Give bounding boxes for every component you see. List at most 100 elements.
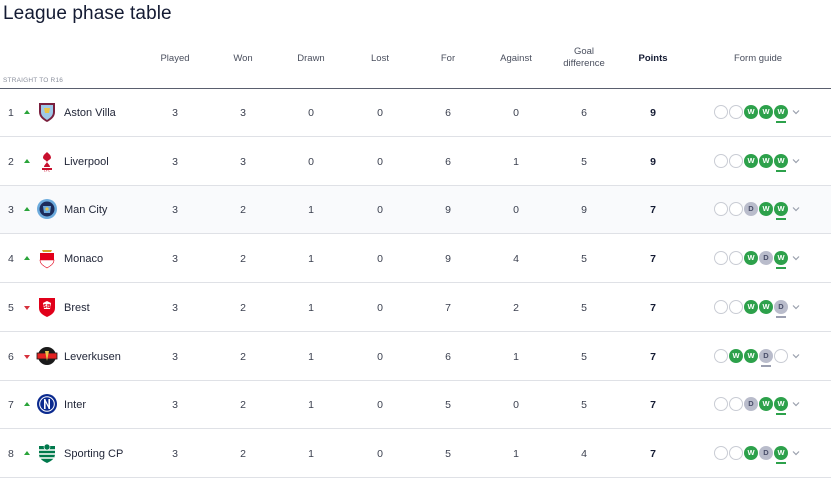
table-row[interactable]: 5 SB Brest 3 2 1 0 7 2 5 7 W W D [0, 284, 831, 332]
form-result[interactable]: D [744, 202, 758, 217]
team-name[interactable]: Sporting CP [64, 430, 123, 478]
header-against[interactable]: Against [487, 53, 545, 65]
form-result[interactable]: W [759, 397, 773, 412]
table-row[interactable]: 8 Sporting CP 3 2 1 0 5 1 4 7 W D W [0, 430, 831, 478]
rank: 8 [8, 447, 14, 460]
table-row[interactable]: 7 Inter 3 2 1 0 5 0 5 7 D W W [0, 381, 831, 430]
chevron-down-icon[interactable] [791, 302, 801, 312]
cell-against: 4 [513, 253, 519, 266]
chevron-down-icon[interactable] [791, 156, 801, 166]
header-lost[interactable]: Lost [355, 53, 405, 65]
cell-gd: 6 [581, 107, 587, 119]
cell-won: 2 [240, 399, 246, 412]
form-result[interactable]: W [744, 153, 758, 168]
form-guide: WDW [714, 251, 804, 270]
form-result[interactable] [714, 202, 728, 217]
table-row[interactable]: 6 Leverkusen 3 2 1 0 6 1 5 7 W W D [0, 333, 831, 381]
form-result[interactable] [714, 445, 728, 460]
form-result[interactable]: W [744, 251, 758, 266]
form-result[interactable]: W [774, 105, 788, 123]
cell-won: 2 [240, 301, 246, 314]
cell-against: 1 [513, 155, 519, 168]
form-result[interactable]: D [759, 445, 773, 460]
team-name[interactable]: Inter [64, 381, 86, 429]
form-result[interactable]: D [774, 299, 788, 318]
form-result[interactable]: W [759, 202, 773, 217]
cell-points: 7 [650, 253, 656, 266]
table-row[interactable]: 3 Man City 3 2 1 0 9 0 9 7 D W W [0, 186, 831, 235]
form-result[interactable]: W [759, 105, 773, 119]
form-result[interactable] [714, 348, 728, 363]
form-result[interactable] [714, 397, 728, 412]
team-name[interactable]: Monaco [64, 235, 103, 283]
cell-points: 9 [650, 155, 656, 168]
form-result[interactable] [714, 153, 728, 168]
form-result[interactable] [714, 105, 728, 119]
form-result[interactable] [714, 299, 728, 314]
form-result[interactable] [729, 397, 743, 412]
form-result[interactable]: D [759, 348, 773, 367]
arrow-down-icon [24, 354, 30, 359]
form-result[interactable]: D [759, 251, 773, 266]
header-goal-difference[interactable]: Goal difference [552, 46, 616, 70]
team-name[interactable]: Leverkusen [64, 333, 121, 381]
form-result[interactable]: W [729, 348, 743, 363]
team-name[interactable]: Liverpool [64, 138, 109, 186]
form-result[interactable]: W [744, 105, 758, 119]
form-result[interactable] [714, 251, 728, 266]
form-result[interactable] [729, 202, 743, 217]
chevron-down-icon[interactable] [791, 253, 801, 263]
header-drawn[interactable]: Drawn [286, 53, 336, 65]
form-result[interactable]: D [744, 397, 758, 412]
form-result[interactable]: W [759, 153, 773, 168]
cell-drawn: 0 [308, 155, 314, 168]
header-points[interactable]: Points [622, 53, 684, 65]
cell-gd: 5 [581, 301, 587, 314]
table-row[interactable]: 2 LFC Liverpool 3 3 0 0 6 1 5 9 W W W [0, 138, 831, 186]
cell-lost: 0 [377, 204, 383, 217]
form-result[interactable]: W [744, 445, 758, 460]
chevron-down-icon[interactable] [791, 399, 801, 409]
cell-played: 3 [172, 107, 178, 119]
form-result[interactable] [729, 299, 743, 314]
rank: 3 [8, 204, 14, 217]
arrow-down-icon [24, 305, 30, 310]
cell-won: 2 [240, 204, 246, 217]
header-for[interactable]: For [423, 53, 473, 65]
form-result[interactable]: W [774, 153, 788, 172]
form-result[interactable] [774, 348, 788, 363]
arrow-up-icon [24, 256, 30, 261]
form-result[interactable] [729, 445, 743, 460]
form-result[interactable]: W [744, 299, 758, 314]
cell-lost: 0 [377, 399, 383, 412]
header-played[interactable]: Played [150, 53, 200, 65]
form-result[interactable]: W [774, 251, 788, 270]
form-result[interactable]: W [774, 397, 788, 416]
form-result[interactable] [729, 105, 743, 119]
team-name[interactable]: Aston Villa [64, 89, 116, 137]
team-name[interactable]: Brest [64, 284, 90, 332]
team-name[interactable]: Man City [64, 186, 107, 234]
form-result[interactable] [729, 251, 743, 266]
form-result[interactable]: W [774, 202, 788, 221]
arrow-up-icon [24, 158, 30, 163]
chevron-down-icon[interactable] [791, 448, 801, 458]
cell-for: 6 [445, 155, 451, 168]
cell-for: 9 [445, 204, 451, 217]
form-result[interactable]: W [774, 445, 788, 464]
liverpool-crest-icon: LFC [36, 150, 58, 172]
rank: 1 [8, 107, 14, 119]
header-won[interactable]: Won [218, 53, 268, 65]
chevron-down-icon[interactable] [791, 204, 801, 214]
chevron-down-icon[interactable] [791, 351, 801, 361]
table-row[interactable]: 1 Aston Villa 3 3 0 0 6 0 6 9 W W W [0, 89, 831, 137]
cell-drawn: 1 [308, 253, 314, 266]
form-guide: DWW [714, 397, 804, 416]
form-result[interactable] [729, 153, 743, 168]
cell-played: 3 [172, 350, 178, 363]
monaco-crest-icon [36, 247, 58, 269]
chevron-down-icon[interactable] [791, 107, 801, 117]
table-row[interactable]: 4 Monaco 3 2 1 0 9 4 5 7 W D W [0, 235, 831, 284]
form-result[interactable]: W [744, 348, 758, 363]
form-result[interactable]: W [759, 299, 773, 314]
